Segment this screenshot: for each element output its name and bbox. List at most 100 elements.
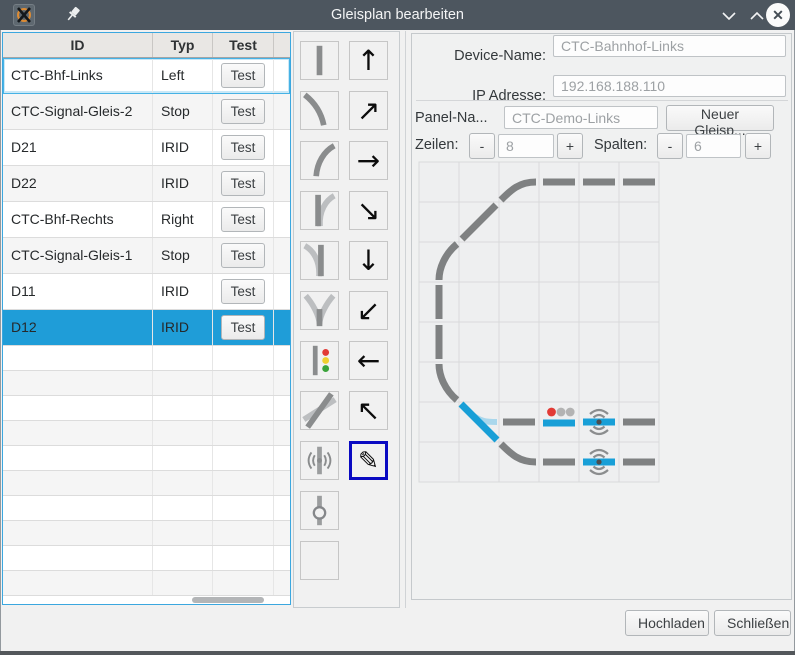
window-title: Gleisplan bearbeiten <box>0 0 795 30</box>
cell-id[interactable]: D22 <box>3 166 153 201</box>
arrow-up-tool[interactable]: ↑ <box>349 41 388 80</box>
table-row[interactable] <box>3 396 290 421</box>
panel-splitter[interactable] <box>405 31 406 608</box>
device-name-field[interactable] <box>553 35 786 57</box>
straight-track-tool[interactable] <box>300 41 339 80</box>
cell-empty <box>213 471 274 495</box>
cell-spacer <box>274 166 290 201</box>
table-row[interactable] <box>3 471 290 496</box>
table-row[interactable]: CTC-Signal-Gleis-1Stop Test <box>3 238 290 274</box>
cell-spacer <box>274 58 290 93</box>
test-button[interactable]: Test <box>221 99 265 124</box>
window-bottom-edge <box>0 651 795 655</box>
cols-minus-button[interactable]: - <box>657 133 683 159</box>
blank-tool[interactable] <box>300 541 339 580</box>
table-hscrollbar-thumb[interactable] <box>192 597 264 603</box>
col-header-test[interactable]: Test <box>213 33 274 57</box>
three-way-switch-tool[interactable] <box>300 291 339 330</box>
cell-typ[interactable]: IRID <box>153 130 213 165</box>
curve-top-left-tool[interactable] <box>300 91 339 130</box>
cell-empty <box>213 546 274 570</box>
device-table[interactable]: ID Typ Test CTC-Bhf-LinksLeftTestCTC-Sig… <box>2 32 291 605</box>
arrow-left-tool[interactable]: ← <box>349 341 388 380</box>
arrow-right-tool[interactable]: → <box>349 141 388 180</box>
test-button[interactable]: Test <box>221 135 265 160</box>
cell-id[interactable]: D21 <box>3 130 153 165</box>
cols-plus-button[interactable]: + <box>745 133 771 159</box>
cell-id[interactable]: CTC-Bhf-Links <box>3 58 153 93</box>
table-row[interactable] <box>3 546 290 571</box>
arrow-down-right-tool[interactable]: ↘ <box>349 191 388 230</box>
table-row[interactable] <box>3 496 290 521</box>
test-button[interactable]: Test <box>221 243 265 268</box>
test-button[interactable]: Test <box>221 315 265 340</box>
rows-field[interactable] <box>498 134 554 158</box>
test-button[interactable]: Test <box>221 63 265 88</box>
col-header-spacer <box>274 33 290 57</box>
table-row[interactable]: D21IRID Test <box>3 130 290 166</box>
arrow-up-right-tool[interactable]: ↗ <box>349 91 388 130</box>
switch-right-tool[interactable] <box>300 191 339 230</box>
close-dialog-button[interactable]: Schließen <box>714 610 791 636</box>
table-row[interactable]: CTC-Bhf-LinksLeft Test <box>3 58 290 94</box>
cell-id[interactable]: D11 <box>3 274 153 309</box>
table-row[interactable] <box>3 421 290 446</box>
col-header-id[interactable]: ID <box>3 33 153 57</box>
table-row[interactable] <box>3 521 290 546</box>
table-header[interactable]: ID Typ Test <box>3 33 290 58</box>
rows-plus-button[interactable]: + <box>557 133 583 159</box>
test-button[interactable]: Test <box>221 171 265 196</box>
cell-empty <box>274 471 290 495</box>
three-way-switch-icon <box>301 292 338 329</box>
minimize-button[interactable] <box>715 0 743 30</box>
close-button[interactable]: ✕ <box>766 3 790 27</box>
titlebar[interactable]: Gleisplan bearbeiten ✕ <box>0 0 795 30</box>
arrow-down-icon: ↓ <box>357 247 380 275</box>
cell-typ[interactable]: IRID <box>153 310 213 345</box>
track-canvas[interactable] <box>418 161 660 483</box>
cell-test: Test <box>213 94 274 129</box>
cols-field[interactable] <box>686 134 741 158</box>
window-border-left <box>0 0 1 655</box>
table-row[interactable] <box>3 371 290 396</box>
table-row[interactable]: D12IRID Test <box>3 310 290 346</box>
cell-typ[interactable]: Right <box>153 202 213 237</box>
crossing-tool[interactable] <box>300 391 339 430</box>
cell-typ[interactable]: Stop <box>153 94 213 129</box>
panel-name-field[interactable] <box>504 106 658 129</box>
curve-bottom-right-tool[interactable] <box>300 141 339 180</box>
cell-id[interactable]: CTC-Bhf-Rechts <box>3 202 153 237</box>
new-trackplan-button[interactable]: Neuer Gleisp... <box>666 105 774 131</box>
arrow-down-left-tool[interactable]: ↙ <box>349 291 388 330</box>
cell-empty <box>274 371 290 395</box>
test-button[interactable]: Test <box>221 279 265 304</box>
table-row[interactable] <box>3 346 290 371</box>
edit-pencil-tool[interactable]: ✎ <box>349 441 388 480</box>
cell-id[interactable]: CTC-Signal-Gleis-1 <box>3 238 153 273</box>
cell-typ[interactable]: IRID <box>153 166 213 201</box>
cell-test: Test <box>213 202 274 237</box>
ip-address-field[interactable] <box>553 75 786 97</box>
arrow-up-left-tool[interactable]: ↖ <box>349 391 388 430</box>
sensor-tool[interactable] <box>300 441 339 480</box>
uncoupler-tool[interactable] <box>300 491 339 530</box>
table-row[interactable]: CTC-Bhf-RechtsRight Test <box>3 202 290 238</box>
arrow-down-tool[interactable]: ↓ <box>349 241 388 280</box>
switch-left-tool[interactable] <box>300 241 339 280</box>
table-row[interactable]: CTC-Signal-Gleis-2Stop Test <box>3 94 290 130</box>
cell-typ[interactable]: Left <box>153 58 213 93</box>
table-row[interactable]: D22IRID Test <box>3 166 290 202</box>
cell-typ[interactable]: IRID <box>153 274 213 309</box>
cell-id[interactable]: D12 <box>3 310 153 345</box>
upload-button[interactable]: Hochladen <box>625 610 709 636</box>
table-row[interactable] <box>3 446 290 471</box>
signal-tool[interactable] <box>300 341 339 380</box>
cell-empty <box>213 496 274 520</box>
col-header-typ[interactable]: Typ <box>153 33 213 57</box>
cell-id[interactable]: CTC-Signal-Gleis-2 <box>3 94 153 129</box>
cell-typ[interactable]: Stop <box>153 238 213 273</box>
rows-minus-button[interactable]: - <box>469 133 495 159</box>
table-row[interactable] <box>3 571 290 596</box>
test-button[interactable]: Test <box>221 207 265 232</box>
table-row[interactable]: D11IRID Test <box>3 274 290 310</box>
